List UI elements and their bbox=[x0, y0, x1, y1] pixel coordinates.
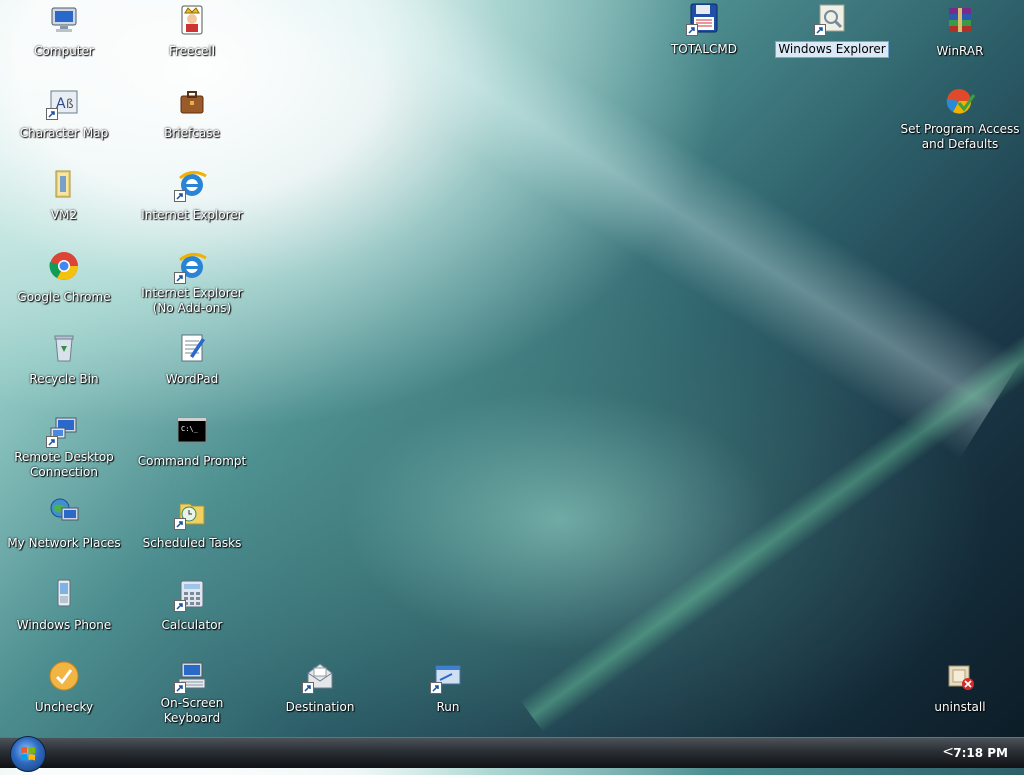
icon-label: Recycle Bin bbox=[29, 372, 99, 386]
icon-label: Briefcase bbox=[164, 126, 220, 140]
freecell-king-icon bbox=[176, 4, 208, 36]
briefcase-icon bbox=[176, 86, 208, 118]
icon-label-selected: Windows Explorer bbox=[775, 41, 889, 58]
desktop-icon-vm2[interactable]: VM2 bbox=[2, 168, 126, 223]
chrome-icon bbox=[48, 250, 80, 282]
svg-text:ß: ß bbox=[66, 97, 74, 111]
folder-icon bbox=[48, 168, 80, 200]
desktop-icon-on-screen-keyboard[interactable]: On-Screen Keyboard bbox=[130, 660, 254, 726]
desktop-icon-wordpad[interactable]: WordPad bbox=[130, 332, 254, 387]
desktop-icon-windows-explorer[interactable]: Windows Explorer bbox=[770, 2, 894, 58]
icon-label: Destination bbox=[285, 700, 355, 714]
network-globe-icon bbox=[48, 496, 80, 528]
icon-label: Computer bbox=[34, 44, 94, 58]
desktop-icon-recycle-bin[interactable]: Recycle Bin bbox=[2, 332, 126, 387]
desktop-icon-totalcmd[interactable]: TOTALCMD bbox=[642, 2, 766, 57]
shortcut-arrow-icon bbox=[174, 272, 186, 284]
uninstall-icon bbox=[944, 660, 976, 692]
shortcut-arrow-icon bbox=[46, 436, 58, 448]
desktop-icon-winrar[interactable]: WinRAR bbox=[898, 4, 1022, 59]
taskbar: < 7:18 PM bbox=[0, 736, 1024, 772]
desktop-icon-uninstall[interactable]: uninstall bbox=[898, 660, 1022, 715]
shortcut-arrow-icon bbox=[430, 682, 442, 694]
character-map-icon: Aß bbox=[46, 86, 80, 120]
icon-label: Windows Phone bbox=[16, 618, 112, 632]
internet-explorer-icon bbox=[174, 250, 208, 284]
desktop-icon-set-program-access[interactable]: Set Program Access and Defaults bbox=[898, 86, 1022, 152]
icon-label: Character Map bbox=[19, 126, 109, 140]
remote-desktop-icon bbox=[46, 414, 80, 448]
shortcut-arrow-icon bbox=[46, 108, 58, 120]
icon-label: My Network Places bbox=[7, 536, 121, 550]
icon-label: Run bbox=[436, 700, 460, 714]
icon-label: Internet Explorer bbox=[141, 208, 243, 222]
icon-label: Unchecky bbox=[34, 700, 94, 714]
recycle-bin-icon bbox=[48, 332, 80, 364]
desktop-icon-briefcase[interactable]: Briefcase bbox=[130, 86, 254, 141]
show-hidden-icons-button[interactable]: < bbox=[942, 744, 954, 760]
icon-label: WordPad bbox=[165, 372, 219, 386]
desktop-icon-unchecky[interactable]: Unchecky bbox=[2, 660, 126, 715]
desktop-icon-destination[interactable]: Destination bbox=[258, 660, 382, 715]
scheduled-tasks-icon bbox=[174, 496, 208, 530]
shortcut-arrow-icon bbox=[174, 600, 186, 612]
windows-logo-icon bbox=[21, 746, 35, 761]
desktop-icon-internet-explorer[interactable]: Internet Explorer bbox=[130, 168, 254, 223]
desktop-icon-freecell[interactable]: Freecell bbox=[130, 4, 254, 59]
calculator-icon bbox=[174, 578, 208, 612]
icon-label: On-Screen Keyboard bbox=[160, 696, 224, 725]
wallpaper-light-beam bbox=[196, 0, 1024, 459]
start-button[interactable] bbox=[10, 736, 46, 772]
desktop-icon-scheduled-tasks[interactable]: Scheduled Tasks bbox=[130, 496, 254, 551]
desktop-icon-google-chrome[interactable]: Google Chrome bbox=[2, 250, 126, 305]
desktop-icon-command-prompt[interactable]: C:\_ Command Prompt bbox=[130, 414, 254, 469]
program-access-icon bbox=[944, 86, 976, 118]
icon-label: Google Chrome bbox=[17, 290, 111, 304]
desktop-icon-character-map[interactable]: Aß Character Map bbox=[2, 86, 126, 141]
icon-label: WinRAR bbox=[936, 44, 984, 58]
internet-explorer-icon bbox=[174, 168, 208, 202]
shortcut-arrow-icon bbox=[174, 518, 186, 530]
shortcut-arrow-icon bbox=[686, 24, 698, 36]
desktop-icon-calculator[interactable]: Calculator bbox=[130, 578, 254, 633]
windows-explorer-icon bbox=[814, 2, 848, 36]
icon-label: Command Prompt bbox=[137, 454, 247, 468]
winrar-icon bbox=[944, 4, 976, 36]
mail-envelope-icon bbox=[302, 660, 336, 694]
command-prompt-icon: C:\_ bbox=[176, 414, 208, 446]
icon-label: VM2 bbox=[50, 208, 78, 222]
icon-label: Remote Desktop Connection bbox=[14, 450, 114, 479]
desktop-icon-my-network-places[interactable]: My Network Places bbox=[2, 496, 126, 551]
floppy-disk-icon bbox=[686, 2, 720, 36]
icon-label: Set Program Access and Defaults bbox=[900, 122, 1020, 151]
desktop-icon-ie-no-addons[interactable]: Internet Explorer (No Add-ons) bbox=[130, 250, 254, 316]
computer-icon bbox=[48, 4, 80, 36]
unchecky-icon bbox=[48, 660, 80, 692]
wordpad-icon bbox=[176, 332, 208, 364]
shortcut-arrow-icon bbox=[174, 682, 186, 694]
desktop-icon-remote-desktop[interactable]: Remote Desktop Connection bbox=[2, 414, 126, 480]
desktop-icon-run[interactable]: Run bbox=[386, 660, 510, 715]
shortcut-arrow-icon bbox=[302, 682, 314, 694]
shortcut-arrow-icon bbox=[174, 190, 186, 202]
icon-label: Calculator bbox=[161, 618, 223, 632]
icon-label: Freecell bbox=[168, 44, 216, 58]
taskbar-clock[interactable]: 7:18 PM bbox=[953, 746, 1008, 760]
icon-label: TOTALCMD bbox=[670, 42, 738, 56]
icon-label: Internet Explorer (No Add-ons) bbox=[141, 286, 243, 315]
icon-label: Scheduled Tasks bbox=[142, 536, 242, 550]
shortcut-arrow-icon bbox=[814, 24, 826, 36]
desktop-icon-computer[interactable]: Computer bbox=[2, 4, 126, 59]
icon-label: uninstall bbox=[934, 700, 986, 714]
run-icon bbox=[430, 660, 464, 694]
desktop-icon-windows-phone[interactable]: Windows Phone bbox=[2, 578, 126, 633]
svg-text:C:\_: C:\_ bbox=[181, 425, 199, 433]
keyboard-icon bbox=[174, 660, 208, 694]
phone-icon bbox=[48, 578, 80, 610]
